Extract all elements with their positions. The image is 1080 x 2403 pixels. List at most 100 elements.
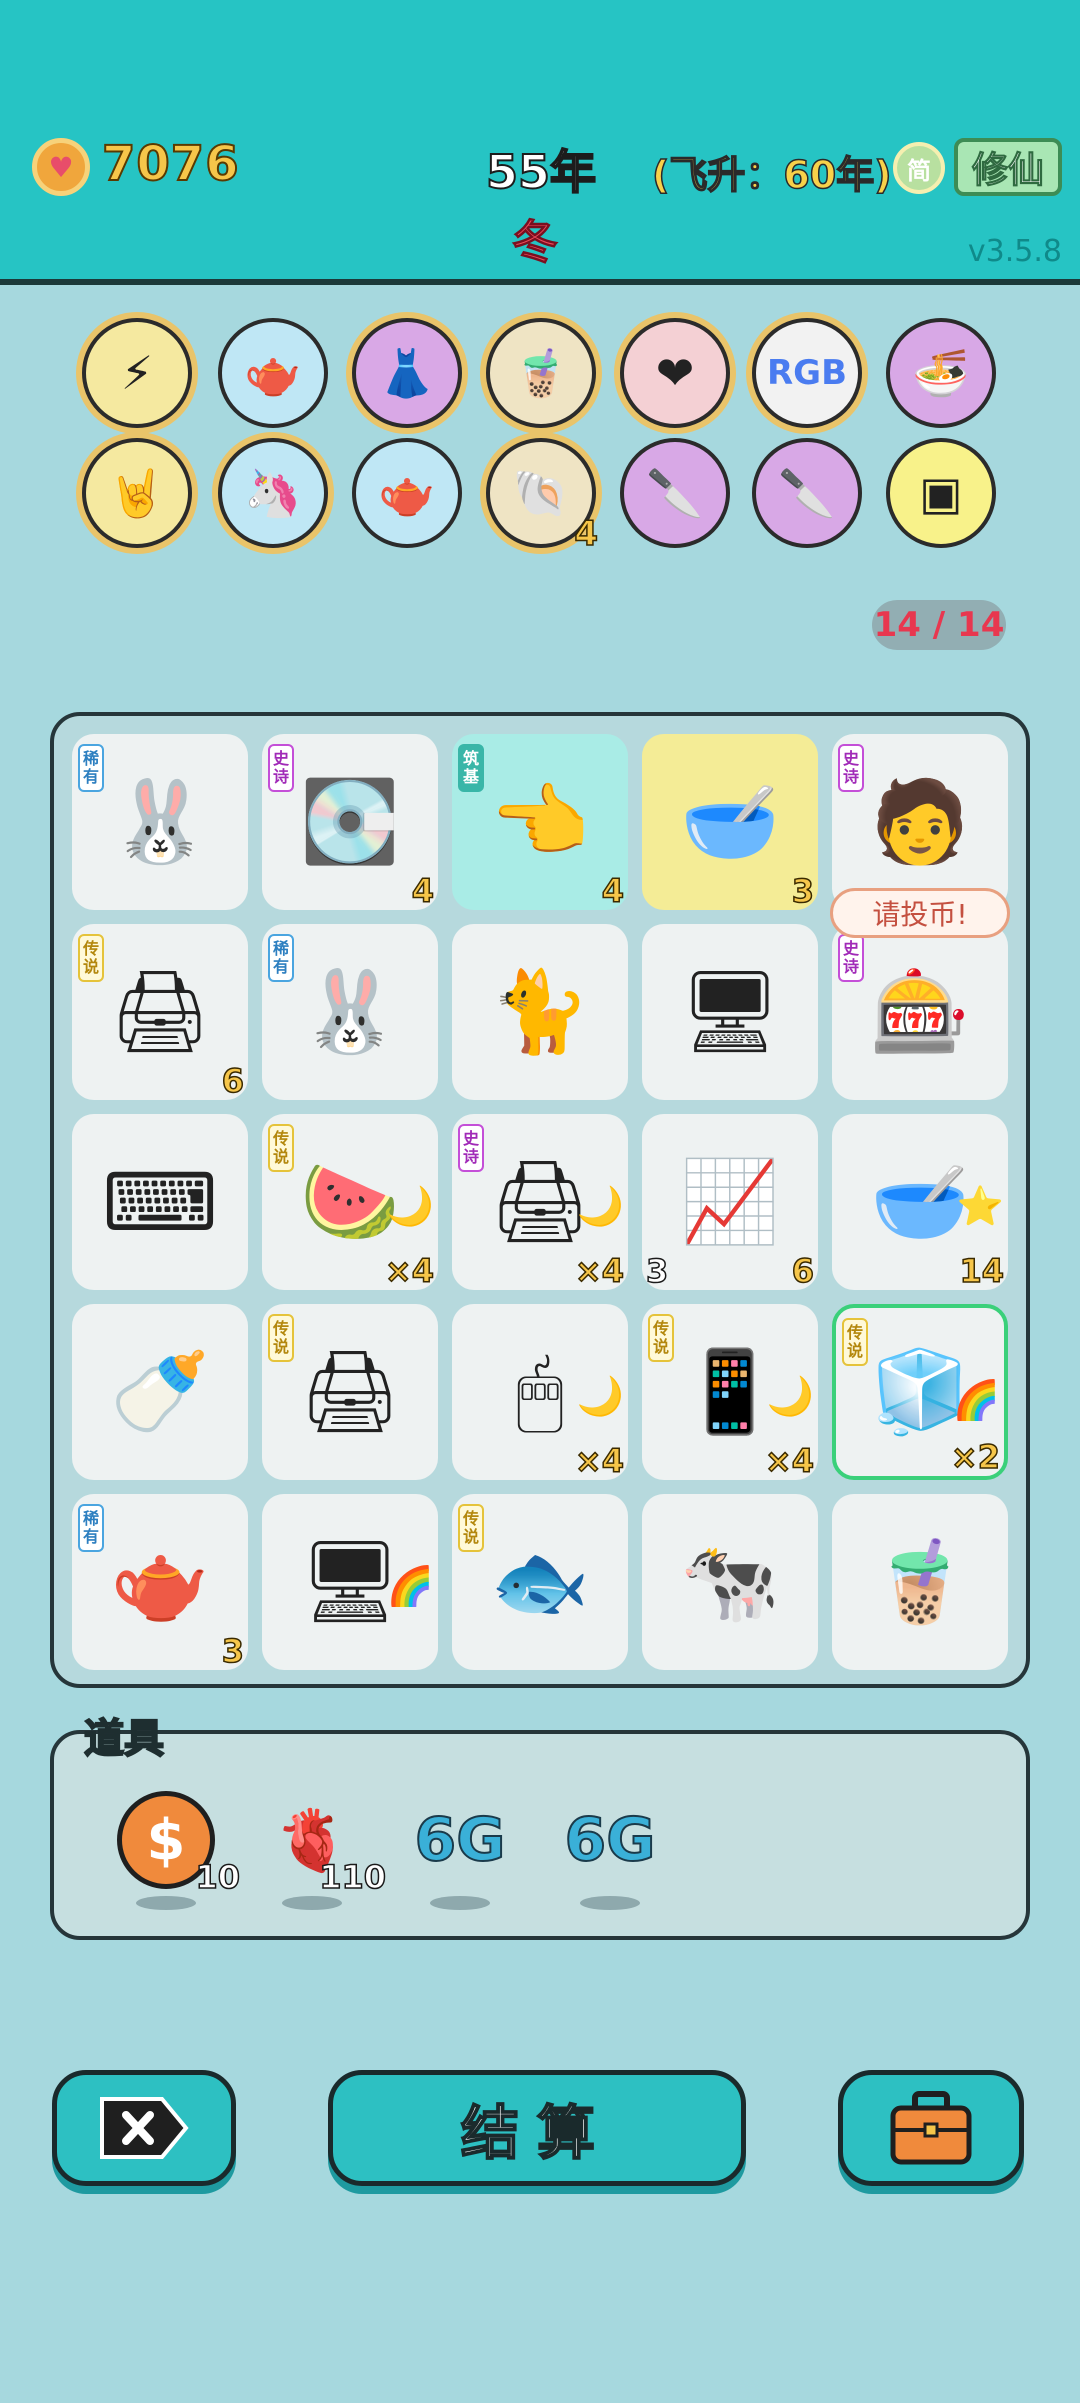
board-tile[interactable]: 🎰 史诗 xyxy=(832,924,1008,1100)
version-label: v3.5.8 xyxy=(967,234,1062,269)
boba-tea-icon: 🧋 xyxy=(512,345,570,400)
buff-slot[interactable]: 🫖 xyxy=(218,318,328,428)
tile-count: 6 xyxy=(221,1061,245,1101)
board-tile[interactable]: 📱 传说 🌙 ×4 xyxy=(642,1304,818,1481)
speech-bubble: 请投币! xyxy=(830,888,1010,938)
buff-slot[interactable]: ❤ xyxy=(620,318,730,428)
board-tile[interactable]: 🧑 史诗 xyxy=(832,734,1008,910)
board-tile[interactable]: 🧋 xyxy=(832,1494,1008,1670)
board-tile[interactable]: 🥣 3 xyxy=(642,734,818,911)
board-tile[interactable]: 🖥 xyxy=(642,924,818,1100)
prop-item[interactable]: $10 xyxy=(106,1770,241,1910)
stock-chart-icon: 📈 xyxy=(680,1155,780,1248)
simplified-toggle-button[interactable]: 简 xyxy=(893,142,945,194)
gacha-machine-icon: 🎰 xyxy=(870,965,970,1058)
prop-item[interactable]: 🫀 110 xyxy=(252,1770,387,1910)
tile-count: 4 xyxy=(411,871,435,911)
board-tile[interactable]: 🫖 稀有 3 xyxy=(72,1494,248,1671)
buff-slot[interactable]: 🐚 4 xyxy=(486,438,599,555)
briefcase-icon xyxy=(890,2091,972,2165)
board-tile[interactable]: 🐰 稀有 xyxy=(72,734,248,910)
soup-bowl-icon: 🥣 xyxy=(870,1155,970,1248)
board-tile[interactable]: 🐟 传说 xyxy=(452,1494,628,1670)
buff-slot[interactable]: 🧋 xyxy=(486,318,596,428)
rarity-tag: 史诗 xyxy=(838,744,864,792)
season-display: 冬 xyxy=(512,215,559,270)
briefcase-button[interactable] xyxy=(838,2070,1024,2186)
board-tile[interactable]: 🍼 xyxy=(72,1304,248,1480)
settle-label: 结算 xyxy=(460,2098,613,2168)
board-tile[interactable]: 📈 6 3 xyxy=(642,1114,818,1291)
printer-icon: 🖨 xyxy=(299,1345,401,1438)
watermelon-icon: 🍉 xyxy=(300,1155,400,1248)
buff-slot[interactable]: 🔪 xyxy=(620,438,730,548)
ramen-bowls-icon: 🍜 xyxy=(912,345,970,400)
cpu-chip-icon: ▣ xyxy=(919,466,963,520)
printer-icon: 🖨 xyxy=(489,1155,591,1248)
buff-slot[interactable]: 🦄 xyxy=(218,438,328,548)
heart-potion-icon: ❤ xyxy=(655,346,695,400)
rarity-tag: 稀有 xyxy=(78,1504,104,1552)
rarity-tag: 筑基 xyxy=(458,744,484,792)
lightning-icon: ⚡ xyxy=(120,346,154,400)
coin-count: 7076 xyxy=(101,135,240,193)
close-icon xyxy=(100,2097,189,2159)
board-tile[interactable]: 🐄 xyxy=(642,1494,818,1670)
rock-hand-icon: 🤘 xyxy=(108,465,166,520)
buff-slot[interactable]: RGB xyxy=(752,318,862,428)
rabbit-icon: 🐰 xyxy=(300,965,400,1058)
board-tile[interactable]: 👈 筑基 4 xyxy=(452,734,628,911)
buff-slot[interactable]: 🤘 xyxy=(82,438,192,548)
prop-shadow xyxy=(136,1896,196,1910)
buff-slot[interactable]: 🫖 xyxy=(352,438,462,548)
tile-count: ×4 xyxy=(574,1441,625,1481)
board-tile[interactable]: 🧊 传说 🌈 ×2 xyxy=(832,1304,1008,1480)
buff-slot[interactable]: ▣ xyxy=(886,438,996,548)
tile-modifier-icon: 🌙 xyxy=(386,1184,434,1228)
tile-count: 3 xyxy=(791,871,815,911)
rarity-tag: 传说 xyxy=(268,1124,294,1172)
koi-fish-icon: 🐟 xyxy=(490,1535,590,1628)
skirt-icon: 👗 xyxy=(378,345,436,400)
teapot-icon: 🫖 xyxy=(110,1535,210,1628)
6g-icon: 6G xyxy=(564,1804,657,1876)
settle-button[interactable]: 结算 xyxy=(328,2070,746,2186)
tile-modifier-icon: 🌙 xyxy=(766,1374,814,1418)
tile-count: ×4 xyxy=(574,1251,625,1291)
keyboard-icon: ⌨ xyxy=(102,1155,218,1249)
board-tile[interactable]: 🐰 稀有 xyxy=(262,924,438,1100)
rarity-tag: 史诗 xyxy=(268,744,294,792)
prop-shadow xyxy=(430,1896,490,1910)
exit-button[interactable] xyxy=(52,2070,236,2186)
gravy-boat-icon: 🫖 xyxy=(378,465,436,520)
cleaver-icon: 🔪 xyxy=(778,465,836,520)
board-tile[interactable]: 🍉 传说 🌙 ×4 xyxy=(262,1114,438,1291)
board-tile[interactable]: 🐈 xyxy=(452,924,628,1100)
board-tile[interactable]: 🖨 传说 6 xyxy=(72,924,248,1101)
boba-cup-icon: 🧋 xyxy=(870,1535,970,1628)
tile-count: ×4 xyxy=(764,1441,815,1481)
prop-item[interactable]: 6G xyxy=(550,1770,670,1910)
tile-count: 6 xyxy=(791,1251,815,1291)
tile-modifier-icon: 🌙 xyxy=(576,1374,624,1418)
prop-item[interactable]: 6G xyxy=(400,1770,520,1910)
buff-slot[interactable]: 🔪 xyxy=(752,438,862,548)
desktop-computer-icon: 🖥 xyxy=(299,1535,401,1628)
face-with-cap-icon: 🧑 xyxy=(870,775,970,868)
board-tile[interactable]: 🖱 🌙 ×4 xyxy=(452,1304,628,1481)
buff-slot[interactable]: ⚡ xyxy=(82,318,192,428)
coin-icon: ♥ xyxy=(32,138,90,196)
cultivate-button[interactable]: 修仙 xyxy=(954,138,1062,196)
rabbit-icon: 🐰 xyxy=(110,775,210,868)
board-tile[interactable]: 🥣 ⭐ 14 xyxy=(832,1114,1008,1291)
board-tile[interactable]: 💽 史诗 4 xyxy=(262,734,438,911)
printer-icon: 🖨 xyxy=(109,965,211,1058)
buff-slot[interactable]: 👗 xyxy=(352,318,462,428)
6g-icon: 6G xyxy=(414,1804,507,1876)
board-tile[interactable]: 🖨 史诗 🌙 ×4 xyxy=(452,1114,628,1291)
cleaver-icon: 🔪 xyxy=(646,465,704,520)
buff-slot[interactable]: 🍜 xyxy=(886,318,996,428)
board-tile[interactable]: 🖥 🌈 xyxy=(262,1494,438,1670)
board-tile[interactable]: ⌨ xyxy=(72,1114,248,1290)
board-tile[interactable]: 🖨 传说 xyxy=(262,1304,438,1480)
